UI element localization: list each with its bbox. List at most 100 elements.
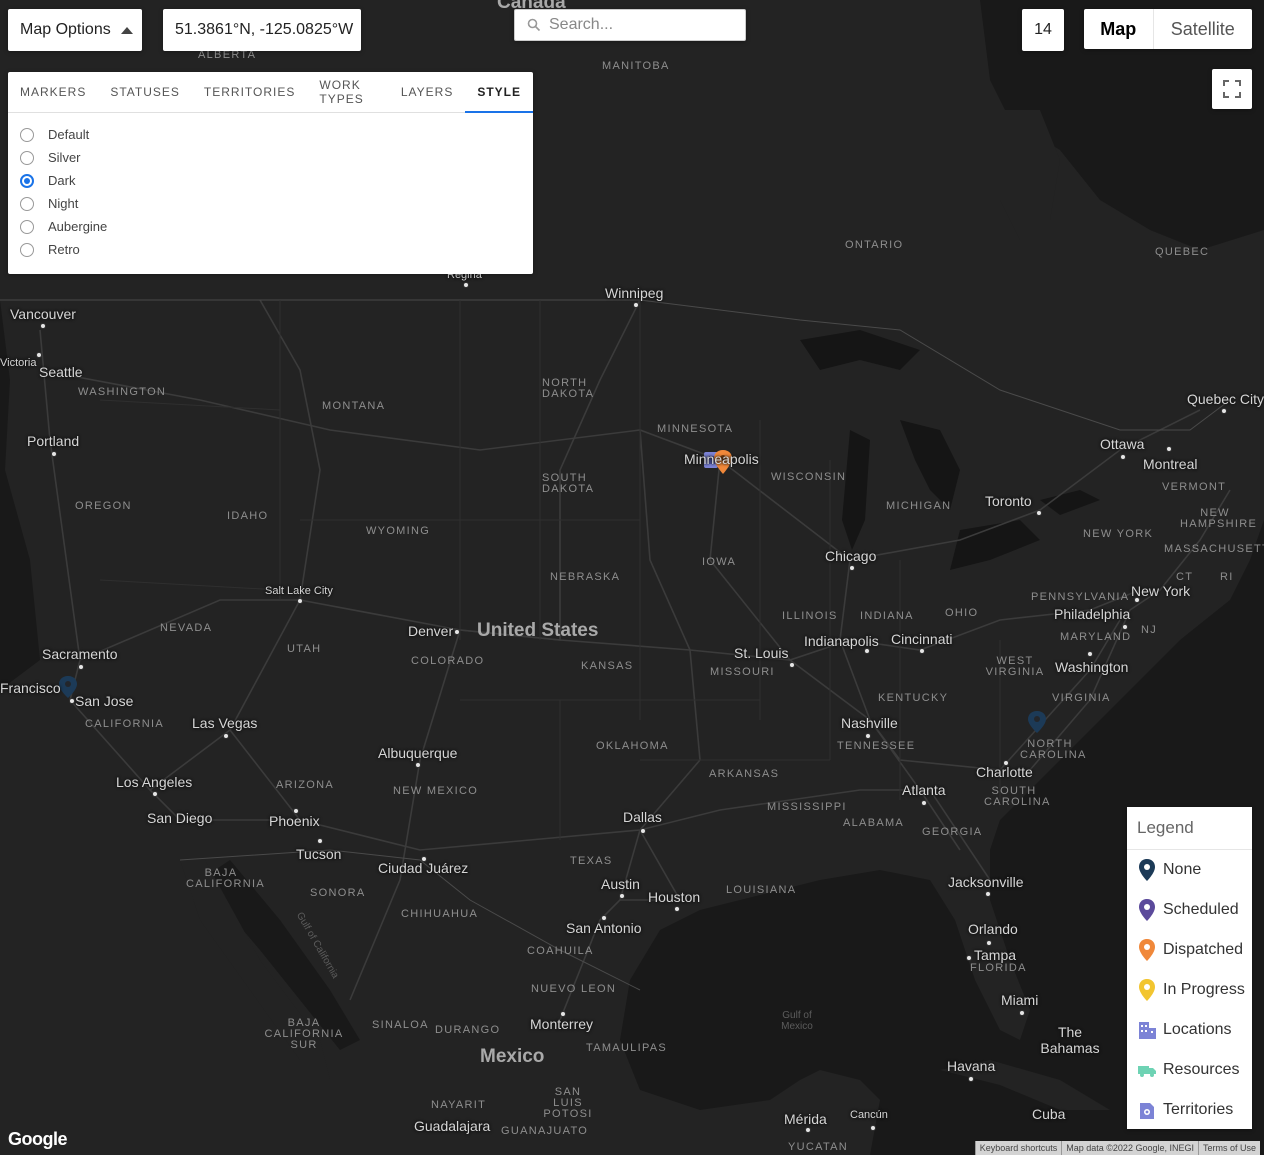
- state-label: ARKANSAS: [709, 768, 780, 780]
- state-label: CALIFORNIA: [85, 718, 165, 730]
- tab-layers[interactable]: LAYERS: [389, 72, 465, 112]
- city-label: Atlanta: [902, 782, 946, 798]
- city-label: Winnipeg: [605, 285, 664, 301]
- city-label: San Jose: [75, 693, 134, 709]
- legend-item-none: None: [1127, 850, 1252, 890]
- state-label: VERMONT: [1162, 481, 1227, 493]
- city-dot: [966, 955, 972, 961]
- city-label: Sacramento: [42, 646, 118, 662]
- state-label: TAMAULIPAS: [586, 1042, 668, 1054]
- state-label: NJ: [1141, 624, 1158, 636]
- state-label: OKLAHOMA: [596, 740, 669, 752]
- state-label: UTAH: [287, 643, 322, 655]
- radio-button[interactable]: [20, 219, 34, 234]
- state-label: FLORIDA: [970, 962, 1027, 974]
- city-dot: [865, 733, 871, 739]
- city-label: Tucson: [296, 846, 342, 862]
- style-option-retro[interactable]: Retro: [8, 238, 533, 261]
- radio-button[interactable]: [20, 127, 34, 142]
- city-label: Las Vegas: [192, 715, 258, 731]
- tab-statuses[interactable]: STATUSES: [98, 72, 192, 112]
- radio-button[interactable]: [20, 150, 34, 165]
- map-type-map-button[interactable]: Map: [1084, 9, 1154, 49]
- city-dot: [633, 302, 639, 308]
- legend-item-label: Dispatched: [1163, 941, 1244, 958]
- state-label: MISSOURI: [710, 666, 775, 678]
- city-label: Houston: [648, 889, 701, 905]
- map-data-attribution: Map data ©2022 Google, INEGI: [1061, 1141, 1198, 1155]
- fullscreen-button[interactable]: [1212, 69, 1252, 109]
- city-label: San Antonio: [566, 920, 642, 936]
- state-label: SINALOA: [372, 1019, 429, 1031]
- city-dot: [40, 323, 46, 329]
- city-label: Salt Lake City: [265, 585, 333, 597]
- city-label: Mérida: [784, 1111, 827, 1127]
- country-label: Mexico: [480, 1046, 545, 1067]
- search-box[interactable]: [514, 9, 746, 41]
- city-dot: [640, 828, 646, 834]
- map-options-button[interactable]: Map Options: [8, 9, 142, 51]
- state-label: CHIHUAHUA: [401, 908, 479, 920]
- terms-link[interactable]: Terms of Use: [1197, 1141, 1260, 1155]
- city-dot: [454, 629, 460, 635]
- map-type-control[interactable]: Map Satellite: [1084, 9, 1252, 49]
- legend-item-label: In Progress: [1163, 981, 1245, 998]
- city-dot: [421, 856, 427, 862]
- city-label: Toronto: [985, 493, 1032, 509]
- city-dot: [560, 1011, 566, 1017]
- style-option-silver[interactable]: Silver: [8, 146, 533, 169]
- map-type-satellite-button[interactable]: Satellite: [1154, 9, 1252, 49]
- city-label: Monterrey: [530, 1016, 594, 1032]
- tab-territories[interactable]: TERRITORIES: [192, 72, 307, 112]
- radio-button-checked[interactable]: [20, 173, 34, 188]
- style-option-aubergine[interactable]: Aubergine: [8, 215, 533, 238]
- city-dot: [415, 762, 421, 768]
- state-label: ARIZONA: [276, 779, 334, 791]
- state-label: SOUTH DAKOTA: [542, 472, 595, 495]
- state-label: CT: [1176, 571, 1194, 583]
- legend-item-territories: Territories: [1127, 1090, 1252, 1130]
- state-label: ALABAMA: [843, 817, 905, 829]
- city-dot: [1036, 510, 1042, 516]
- city-label: Austin: [601, 876, 640, 892]
- state-label: KANSAS: [581, 660, 634, 672]
- style-options-list: Default Silver Dark Night Aubergine Retr…: [8, 113, 533, 261]
- tab-style[interactable]: STYLE: [465, 72, 533, 113]
- pin-icon: [1139, 979, 1155, 1001]
- zoom-level-display: 14: [1022, 9, 1064, 51]
- state-label: NORTH DAKOTA: [542, 377, 595, 400]
- style-option-label: Silver: [48, 150, 81, 165]
- state-label: ALBERTA: [198, 49, 257, 61]
- state-label: NAYARIT: [431, 1099, 487, 1111]
- city-dot: [1087, 651, 1093, 657]
- state-label: MANITOBA: [602, 60, 670, 72]
- zoom-level-text: 14: [1034, 21, 1052, 38]
- tab-work-types[interactable]: WORK TYPES: [307, 72, 388, 112]
- city-dot: [870, 1125, 876, 1131]
- search-input[interactable]: [547, 15, 731, 35]
- city-dot: [51, 451, 57, 457]
- tab-markers[interactable]: MARKERS: [8, 72, 98, 112]
- city-dot: [1166, 446, 1172, 452]
- city-label: Seattle: [39, 364, 83, 380]
- state-label: NEVADA: [160, 622, 213, 634]
- city-label: Philadelphia: [1054, 606, 1131, 622]
- state-label: SOUTH CAROLINA: [984, 785, 1051, 808]
- style-option-dark[interactable]: Dark: [8, 169, 533, 192]
- style-option-default[interactable]: Default: [8, 123, 533, 146]
- map-options-panel: MARKERS STATUSES TERRITORIES WORK TYPES …: [8, 72, 533, 274]
- map-options-label: Map Options: [20, 21, 111, 38]
- city-dot: [986, 940, 992, 946]
- state-label: SAN LUIS POTOSI: [543, 1086, 593, 1120]
- legend-item-scheduled: Scheduled: [1127, 890, 1252, 930]
- city-dot: [1134, 597, 1140, 603]
- style-option-night[interactable]: Night: [8, 192, 533, 215]
- city-label: Phoenix: [269, 813, 320, 829]
- radio-button[interactable]: [20, 196, 34, 211]
- keyboard-shortcuts-link[interactable]: Keyboard shortcuts: [974, 1141, 1062, 1155]
- city-dot: [36, 352, 42, 358]
- city-dot: [864, 648, 870, 654]
- map-footer: Keyboard shortcuts Map data ©2022 Google…: [974, 1141, 1260, 1155]
- radio-button[interactable]: [20, 242, 34, 257]
- city-dot: [805, 1127, 811, 1133]
